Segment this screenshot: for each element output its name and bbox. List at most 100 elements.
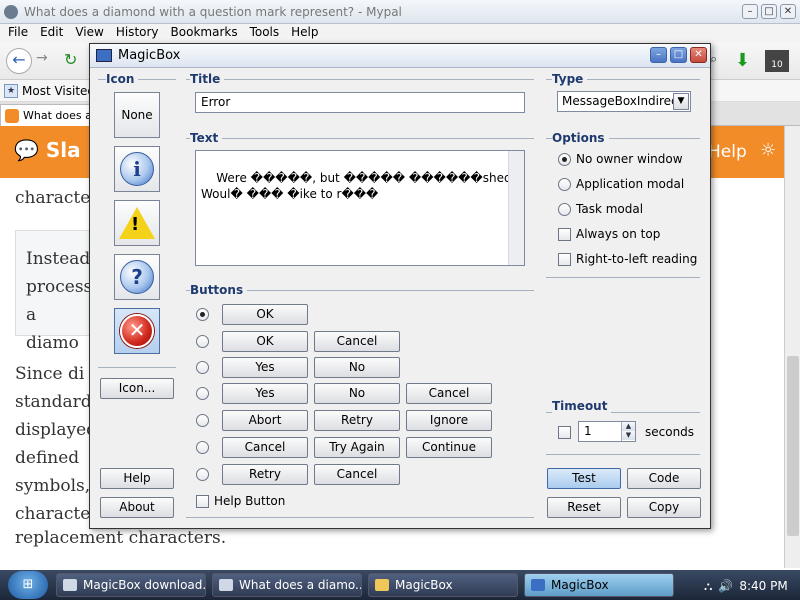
preview-cancel-button[interactable]: Cancel xyxy=(314,331,400,352)
search-icon[interactable]: ⌕ xyxy=(710,52,717,67)
body-line: symbols, xyxy=(15,476,91,496)
test-button[interactable]: Test xyxy=(547,468,621,489)
dialog-title-bar: MagicBox – □ ✕ xyxy=(90,44,710,68)
menu-edit[interactable]: Edit xyxy=(36,24,71,42)
icon-none-label: None xyxy=(121,108,153,122)
timeout-group-label: Timeout xyxy=(552,399,612,413)
timeout-unit-label: seconds xyxy=(645,425,695,439)
buttons-abortretryignore-radio[interactable] xyxy=(196,414,209,427)
rtl-reading-checkbox[interactable] xyxy=(558,253,571,266)
preview-ok-button[interactable]: OK xyxy=(222,304,308,325)
buttons-retrycancel-radio[interactable] xyxy=(196,468,209,481)
preview-retry-button[interactable]: Retry xyxy=(222,464,308,485)
icon-error-button[interactable]: ✕ xyxy=(114,308,160,354)
back-arrow-icon[interactable]: ← xyxy=(6,48,32,74)
preview-yes-button[interactable]: Yes xyxy=(222,383,308,404)
browser-tab[interactable]: What does a xyxy=(0,104,92,126)
preview-ignore-button[interactable]: Ignore xyxy=(406,410,492,431)
preview-abort-button[interactable]: Abort xyxy=(222,410,308,431)
preview-cancel-button[interactable]: Cancel xyxy=(222,437,308,458)
menu-bookmarks[interactable]: Bookmarks xyxy=(167,24,246,42)
preview-no-button[interactable]: No xyxy=(314,383,400,404)
content-last-line: replacement characters. xyxy=(15,528,227,548)
help-button[interactable]: Help xyxy=(100,468,174,489)
preview-no-button[interactable]: No xyxy=(314,357,400,378)
menu-history[interactable]: History xyxy=(112,24,167,42)
content-line: characte xyxy=(15,188,91,208)
timeout-checkbox[interactable] xyxy=(558,426,571,439)
download-arrow-icon[interactable]: ⬇ xyxy=(735,50,750,71)
preview-cancel-button[interactable]: Cancel xyxy=(314,464,400,485)
reset-button[interactable]: Reset xyxy=(547,497,621,518)
page-scrollbar-thumb[interactable] xyxy=(787,356,799,536)
menu-tools[interactable]: Tools xyxy=(246,24,288,42)
body-line: standard xyxy=(15,392,92,412)
chevron-down-icon[interactable]: ▼ xyxy=(673,93,689,110)
minimize-icon[interactable]: – xyxy=(650,47,667,63)
forward-arrow-icon[interactable]: → xyxy=(36,50,48,66)
icon-none-button[interactable]: None xyxy=(114,92,160,138)
taskbar-item-folder[interactable]: MagicBox xyxy=(368,573,518,597)
message-text-value: Were �����, but ����� ������shed. Woul� … xyxy=(201,171,516,201)
maximize-icon[interactable]: □ xyxy=(670,47,687,63)
timeout-group-bottom-line xyxy=(546,454,700,455)
taskbar-item-magicbox[interactable]: MagicBox xyxy=(524,573,674,597)
text-area-scrollbar[interactable] xyxy=(508,151,524,265)
volume-icon[interactable]: 🔊 xyxy=(718,579,733,593)
always-on-top-checkbox[interactable] xyxy=(558,228,571,241)
close-icon[interactable]: ✕ xyxy=(690,47,707,63)
preview-try-again-button[interactable]: Try Again xyxy=(314,437,400,458)
taskbar-clock[interactable]: 8:40 PM xyxy=(739,579,787,593)
copy-button[interactable]: Copy xyxy=(627,497,701,518)
taskbar-item-label: MagicBox xyxy=(395,578,453,592)
site-brand[interactable]: 💬 Sla xyxy=(14,138,81,162)
buttons-ok-radio[interactable] xyxy=(196,308,209,321)
icon-information-button[interactable]: i xyxy=(114,146,160,192)
menu-view[interactable]: View xyxy=(71,24,111,42)
help-button-checkbox[interactable] xyxy=(196,495,209,508)
theme-sun-icon[interactable]: ☼ xyxy=(760,140,776,161)
preview-cancel-button[interactable]: Cancel xyxy=(406,383,492,404)
minimize-icon[interactable]: – xyxy=(742,4,758,19)
timeout-spinner[interactable]: ▲ ▼ xyxy=(621,422,635,441)
network-icon[interactable]: ⛬ xyxy=(704,579,712,594)
task-modal-radio[interactable] xyxy=(558,203,571,216)
buttons-okcancel-radio[interactable] xyxy=(196,335,209,348)
maximize-icon[interactable]: □ xyxy=(761,4,777,19)
code-button[interactable]: Code xyxy=(627,468,701,489)
reload-icon[interactable]: ↻ xyxy=(64,50,77,69)
about-button[interactable]: About xyxy=(100,497,174,518)
start-button[interactable]: ⊞ xyxy=(8,571,48,599)
application-modal-radio[interactable] xyxy=(558,178,571,191)
spin-up-icon[interactable]: ▲ xyxy=(622,422,635,431)
preview-retry-button[interactable]: Retry xyxy=(314,410,400,431)
title-input[interactable]: Error xyxy=(195,92,525,113)
taskbar-item-browser[interactable]: What does a diamo... xyxy=(212,573,362,597)
icon-question-button[interactable]: ? xyxy=(114,254,160,300)
page-scrollbar[interactable] xyxy=(784,126,800,568)
icon-picker-button[interactable]: Icon... xyxy=(100,378,174,399)
bookmark-most-visited[interactable]: Most Visited xyxy=(22,84,95,98)
buttons-yesno-radio[interactable] xyxy=(196,361,209,374)
message-text-area[interactable]: Were �����, but ����� ������shed. Woul� … xyxy=(195,150,525,266)
spin-down-icon[interactable]: ▼ xyxy=(622,431,635,440)
timeout-input[interactable]: 1 ▲ ▼ xyxy=(578,421,636,442)
buttons-yesnocancel-radio[interactable] xyxy=(196,387,209,400)
menu-file[interactable]: File xyxy=(4,24,36,42)
options-group-bottom-line xyxy=(546,277,700,278)
no-owner-radio[interactable] xyxy=(558,153,571,166)
icon-warning-button[interactable]: ! xyxy=(114,200,160,246)
preview-yes-button[interactable]: Yes xyxy=(222,357,308,378)
close-icon[interactable]: ✕ xyxy=(780,4,796,19)
magicbox-dialog: MagicBox – □ ✕ Icon None i ! ? ✕ Icon...… xyxy=(89,43,711,529)
tab-label: What does a xyxy=(23,109,92,122)
buttons-canceltrycontinue-radio[interactable] xyxy=(196,441,209,454)
menu-help[interactable]: Help xyxy=(287,24,326,42)
type-select[interactable]: MessageBoxIndirect ▼ xyxy=(557,91,691,112)
addon-badge-icon[interactable]: 10 xyxy=(765,50,789,72)
site-help-link[interactable]: Help xyxy=(708,142,747,162)
preview-ok-button[interactable]: OK xyxy=(222,331,308,352)
taskbar-item-magicbox-download[interactable]: MagicBox download... xyxy=(56,573,206,597)
preview-continue-button[interactable]: Continue xyxy=(406,437,492,458)
options-group-label: Options xyxy=(552,131,609,145)
